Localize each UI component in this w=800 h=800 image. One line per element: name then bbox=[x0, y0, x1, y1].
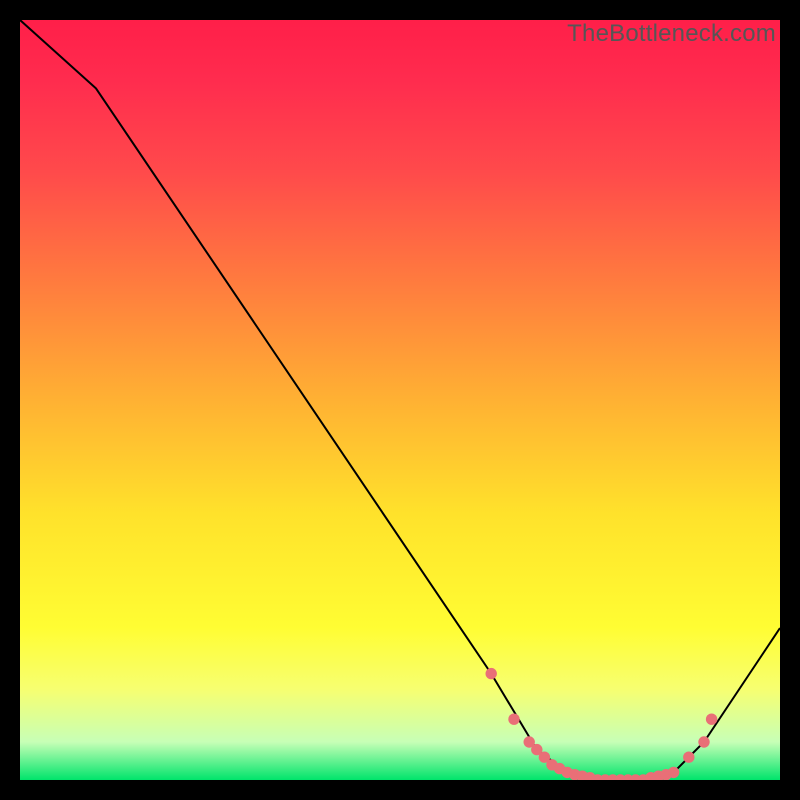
marker-dot bbox=[668, 767, 679, 778]
marker-dot bbox=[486, 668, 497, 679]
marker-dot bbox=[706, 714, 717, 725]
bottleneck-curve-path bbox=[20, 20, 780, 780]
marker-dot bbox=[698, 736, 709, 747]
chart-frame: TheBottleneck.com bbox=[0, 0, 800, 800]
plot-area: TheBottleneck.com bbox=[20, 20, 780, 780]
marker-dot bbox=[508, 714, 519, 725]
marker-dot bbox=[683, 752, 694, 763]
curve-layer bbox=[20, 20, 780, 780]
